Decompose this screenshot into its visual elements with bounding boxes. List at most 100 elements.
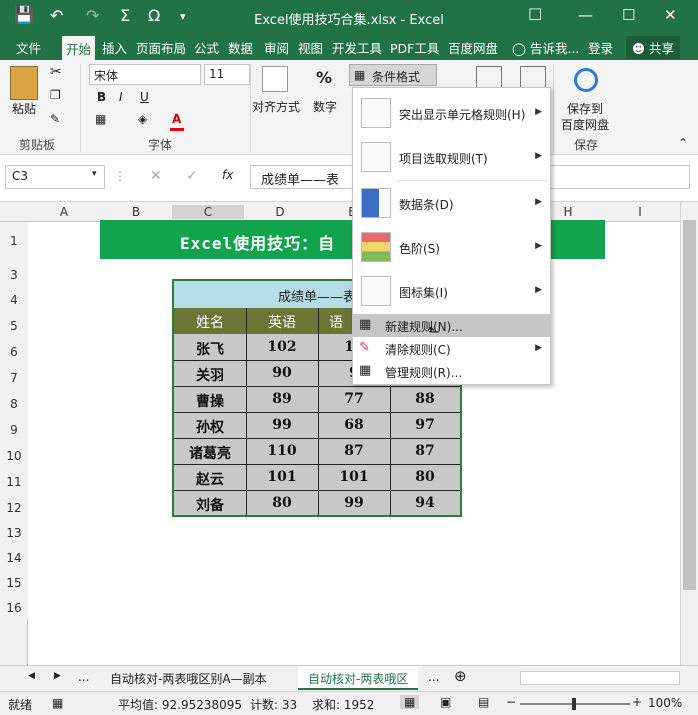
ribbon-display-icon[interactable]: □ bbox=[528, 4, 542, 22]
horizontal-scrollbar[interactable] bbox=[520, 671, 680, 685]
row-header-10[interactable]: 10 bbox=[0, 443, 28, 469]
next-sheet-icon[interactable]: ▶ bbox=[54, 671, 61, 681]
format-painter-icon[interactable]: ✎ bbox=[50, 112, 60, 126]
page-break-view-icon[interactable]: ▤ bbox=[478, 695, 489, 709]
function-icon[interactable]: fx bbox=[222, 168, 233, 182]
name-box[interactable]: C3 bbox=[5, 165, 105, 189]
sheet-ellipsis-left[interactable]: ... bbox=[78, 670, 89, 684]
table-cell[interactable]: 101 bbox=[318, 469, 390, 485]
normal-view-icon[interactable]: ▦ bbox=[400, 695, 420, 709]
paste-icon[interactable] bbox=[10, 66, 38, 100]
menu-item-manage-rules[interactable]: ▦ 管理规则(R)... bbox=[353, 360, 550, 383]
row-header-5[interactable]: 5 bbox=[0, 313, 28, 339]
signin-link[interactable]: 登录 bbox=[588, 38, 613, 57]
row-header-9[interactable]: 9 bbox=[0, 417, 28, 443]
header-name[interactable]: 姓名 bbox=[174, 312, 246, 332]
row-header-7[interactable]: 7 bbox=[0, 365, 28, 391]
table-cell[interactable]: 孙权 bbox=[174, 417, 246, 437]
row-header-16[interactable]: 16 bbox=[0, 595, 28, 620]
zoom-level[interactable]: 100% bbox=[648, 696, 682, 710]
zoom-out-icon[interactable]: − bbox=[506, 695, 516, 709]
alignment-button[interactable]: 对齐方式 bbox=[252, 98, 300, 115]
italic-button[interactable]: I bbox=[119, 90, 123, 104]
page-layout-view-icon[interactable]: ▣ bbox=[440, 695, 451, 709]
row-header-13[interactable]: 13 bbox=[0, 520, 28, 545]
tab-page-layout[interactable]: 页面布局 bbox=[136, 38, 186, 57]
copy-icon[interactable]: ❐ bbox=[50, 88, 61, 102]
col-header-b[interactable]: B bbox=[100, 205, 172, 219]
table-cell[interactable]: 110 bbox=[246, 443, 318, 459]
close-icon[interactable]: ✕ bbox=[664, 6, 677, 24]
number-button[interactable]: 数字 bbox=[313, 98, 337, 115]
row-header-3[interactable]: 3 bbox=[0, 262, 28, 287]
col-header-i[interactable]: I bbox=[604, 205, 676, 219]
table-cell[interactable]: 诸葛亮 bbox=[174, 443, 246, 463]
table-cell[interactable]: 97 bbox=[390, 417, 460, 433]
sheet-tab-2[interactable]: 自动核对-两表哦区 bbox=[298, 666, 419, 690]
menu-item-highlight-rules[interactable]: 突出显示单元格规则(H) ▶ bbox=[353, 92, 550, 134]
cut-icon[interactable]: ✂ bbox=[50, 64, 62, 80]
vertical-scrollbar[interactable] bbox=[680, 202, 698, 665]
sheet-tab-1[interactable]: 自动核对-两表哦区别A—副本 bbox=[100, 670, 277, 687]
paste-button[interactable]: 粘贴 bbox=[12, 100, 36, 117]
fill-color-icon[interactable]: ◈ bbox=[138, 112, 147, 126]
save-to-label[interactable]: 保存到 bbox=[567, 100, 603, 117]
tab-view[interactable]: 视图 bbox=[298, 38, 323, 57]
tab-pdf[interactable]: PDF工具 bbox=[390, 38, 439, 57]
maximize-icon[interactable]: ☐ bbox=[622, 6, 635, 24]
tab-formulas[interactable]: 公式 bbox=[194, 38, 219, 57]
table-cell[interactable]: 94 bbox=[390, 495, 460, 511]
baidu-cloud-icon[interactable] bbox=[574, 68, 598, 92]
row-header-15[interactable]: 15 bbox=[0, 570, 28, 595]
table-cell[interactable]: 关羽 bbox=[174, 365, 246, 385]
zoom-in-icon[interactable]: + bbox=[632, 695, 642, 709]
find-icon[interactable] bbox=[520, 66, 546, 88]
bold-button[interactable]: B bbox=[97, 90, 106, 104]
table-cell[interactable]: 张飞 bbox=[174, 339, 246, 359]
table-cell[interactable]: 刘备 bbox=[174, 495, 246, 515]
table-cell[interactable]: 99 bbox=[246, 417, 318, 433]
prev-sheet-icon[interactable]: ◀ bbox=[28, 671, 35, 681]
menu-item-data-bars[interactable]: 数据条(D) ▶ bbox=[353, 182, 550, 224]
tab-developer[interactable]: 开发工具 bbox=[332, 38, 382, 57]
row-header-4[interactable]: 4 bbox=[0, 287, 28, 313]
cells-icon[interactable] bbox=[476, 66, 502, 88]
menu-item-icon-sets[interactable]: 图标集(I) ▶ bbox=[353, 270, 550, 312]
borders-icon[interactable]: ▦ bbox=[95, 112, 106, 126]
table-cell[interactable]: 87 bbox=[390, 443, 460, 459]
font-name-select[interactable]: 宋体 bbox=[89, 64, 201, 85]
table-cell[interactable]: 77 bbox=[318, 391, 390, 407]
enter-icon[interactable]: ✓ bbox=[186, 168, 198, 184]
menu-item-top-bottom-rules[interactable]: 项目选取规则(T) ▶ bbox=[353, 136, 550, 178]
header-english[interactable]: 英语 bbox=[246, 312, 318, 332]
table-cell[interactable]: 曹操 bbox=[174, 391, 246, 411]
table-cell[interactable]: 101 bbox=[246, 469, 318, 485]
percent-icon[interactable]: % bbox=[316, 68, 332, 87]
table-cell[interactable]: 80 bbox=[390, 469, 460, 485]
minimize-icon[interactable]: — bbox=[578, 6, 593, 24]
table-cell[interactable]: 赵云 bbox=[174, 469, 246, 489]
table-cell[interactable]: 102 bbox=[246, 339, 318, 355]
table-cell[interactable]: 90 bbox=[246, 365, 318, 381]
row-header-6[interactable]: 6 bbox=[0, 339, 28, 365]
conditional-format-button[interactable]: ▦ 条件格式 bbox=[349, 64, 437, 86]
underline-button[interactable]: U bbox=[140, 90, 149, 104]
row-header-14[interactable]: 14 bbox=[0, 545, 28, 570]
table-cell[interactable]: 80 bbox=[246, 495, 318, 511]
cancel-icon[interactable]: ✕ bbox=[150, 168, 162, 184]
zoom-slider-thumb[interactable] bbox=[572, 698, 576, 710]
row-header-1[interactable]: 1 bbox=[0, 222, 28, 260]
align-icon[interactable] bbox=[262, 66, 288, 92]
tab-insert[interactable]: 插入 bbox=[102, 38, 127, 57]
row-header-12[interactable]: 12 bbox=[0, 495, 28, 520]
menu-item-new-rule[interactable]: ▦ 新建规则(N)... ⬑ bbox=[353, 314, 550, 341]
font-size-select[interactable]: 11 bbox=[204, 64, 250, 85]
tab-review[interactable]: 审阅 bbox=[264, 38, 289, 57]
scrollbar-thumb[interactable] bbox=[683, 220, 696, 590]
tell-me-search[interactable]: ◯ 告诉我... bbox=[512, 38, 579, 57]
table-cell[interactable]: 88 bbox=[390, 391, 460, 407]
col-header-a[interactable]: A bbox=[28, 205, 100, 219]
share-button[interactable]: ☻ 共享 bbox=[626, 36, 681, 59]
table-cell[interactable]: 89 bbox=[246, 391, 318, 407]
row-header-8[interactable]: 8 bbox=[0, 391, 28, 417]
